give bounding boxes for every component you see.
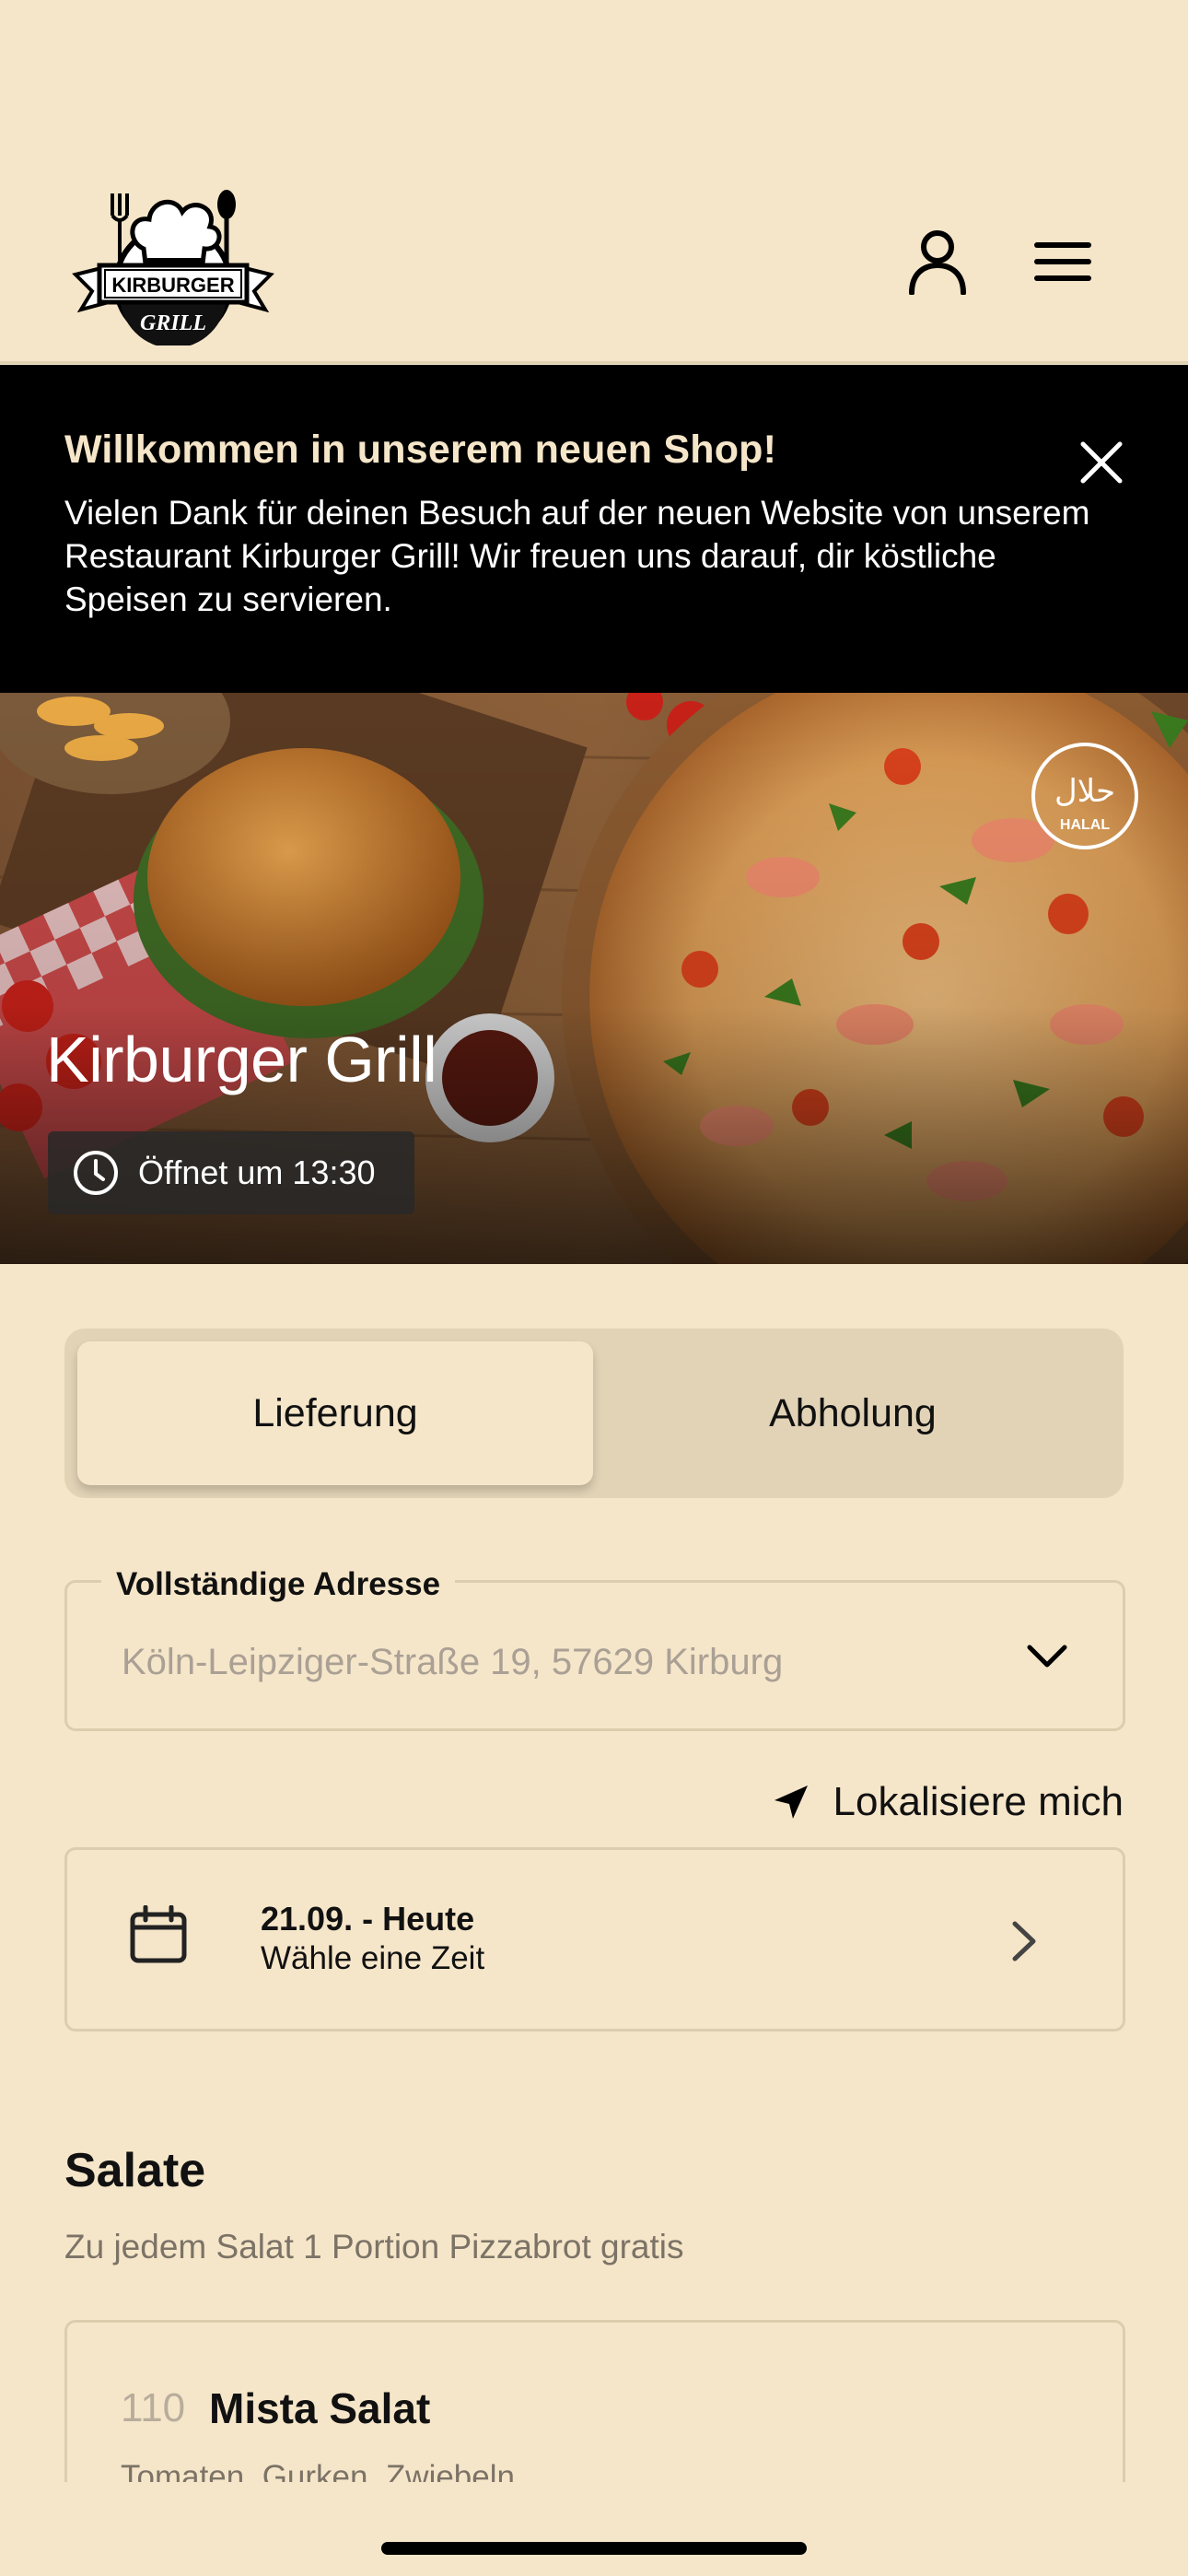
date-title: 21.09. - Heute — [261, 1900, 475, 1938]
restaurant-name: Kirburger Grill — [46, 1024, 437, 1095]
user-icon — [909, 230, 966, 295]
section-title: Salate — [64, 2144, 206, 2197]
date-time-picker[interactable] — [64, 1847, 1125, 2032]
chevron-down-icon — [1027, 1645, 1067, 1668]
svg-text:GRILL: GRILL — [140, 311, 206, 335]
menu-icon — [1034, 242, 1091, 281]
close-icon — [1080, 441, 1123, 484]
kirburger-grill-logo[interactable]: KIRBURGER GRILL — [72, 184, 274, 348]
address-input[interactable]: Köln-Leipziger-Straße 19, 57629 Kirburg — [122, 1642, 783, 1683]
date-subtitle: Wähle eine Zeit — [261, 1940, 485, 1976]
opening-hours-badge: Öffnet um 13:30 — [48, 1131, 414, 1214]
menu-button[interactable] — [1026, 225, 1100, 299]
banner-title: Willkommen in unserem neuen Shop! — [64, 427, 777, 472]
header: KIRBURGER GRILL — [0, 0, 1188, 364]
svg-text:KIRBURGER: KIRBURGER — [111, 274, 234, 297]
welcome-banner: Willkommen in unserem neuen Shop! Vielen… — [0, 365, 1188, 693]
svg-text:HALAL: HALAL — [1060, 817, 1110, 833]
home-indicator[interactable] — [381, 2542, 807, 2555]
address-dropdown-button[interactable] — [1024, 1638, 1070, 1675]
pickup-option[interactable]: Abholung — [595, 1341, 1111, 1485]
chevron-right-icon — [1007, 1918, 1041, 1964]
section-subtitle: Zu jedem Salat 1 Portion Pizzabrot grati… — [64, 2228, 684, 2266]
banner-text: Vielen Dank für deinen Besuch auf der ne… — [64, 494, 1090, 618]
clock-icon — [74, 1151, 118, 1195]
item-number: 110 — [121, 2385, 186, 2430]
locate-me-button[interactable]: Lokalisiere mich — [755, 1776, 1124, 1828]
delivery-option[interactable]: Lieferung — [77, 1341, 593, 1485]
svg-text:حلال: حلال — [1054, 773, 1115, 810]
locate-me-label: Lokalisiere mich — [833, 1779, 1124, 1824]
opening-hours-text: Öffnet um 13:30 — [138, 1153, 376, 1191]
halal-icon: حلال HALAL — [1031, 743, 1138, 849]
item-name: Mista Salat — [209, 2384, 431, 2432]
address-label: Vollständige Adresse — [101, 1566, 456, 1603]
bottom-area — [0, 2482, 1188, 2576]
order-type-toggle: Lieferung Abholung — [64, 1329, 1124, 1498]
calendar-icon — [129, 1904, 188, 1964]
halal-badge: حلال HALAL — [1030, 741, 1140, 851]
location-arrow-icon — [774, 1786, 808, 1819]
banner-close-button[interactable] — [1076, 437, 1127, 488]
user-account-button[interactable] — [901, 225, 974, 299]
